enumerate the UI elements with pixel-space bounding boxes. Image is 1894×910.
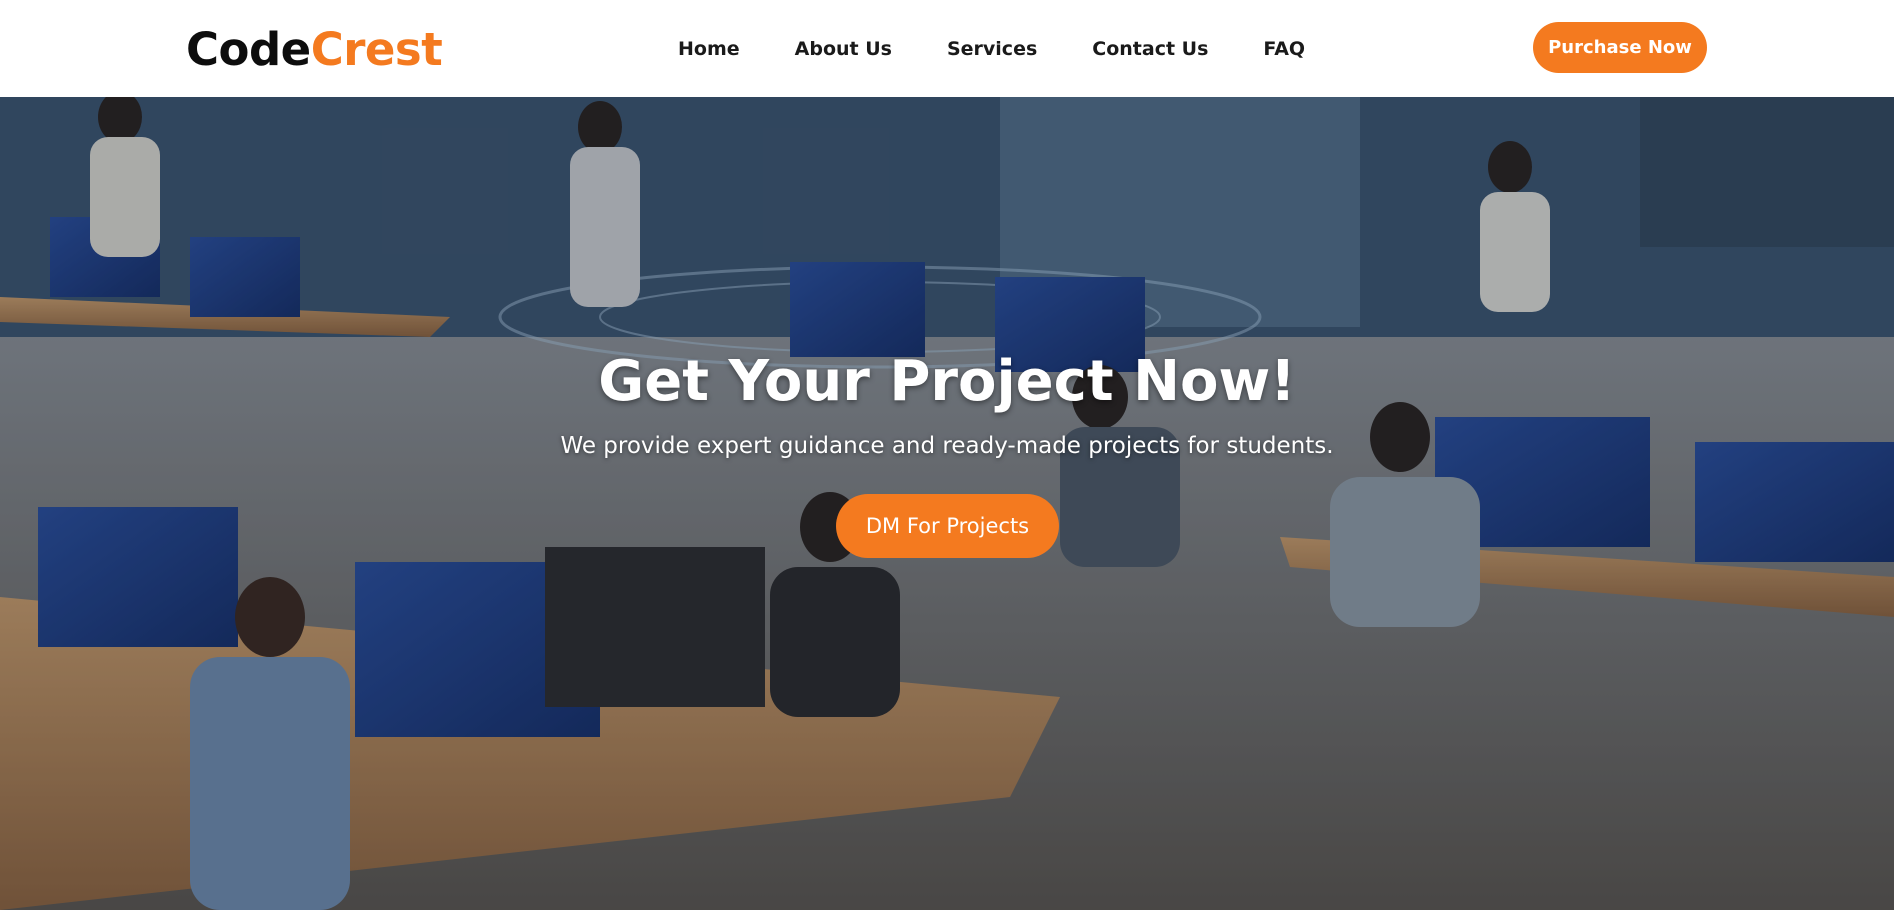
- dm-for-projects-button[interactable]: DM For Projects: [836, 494, 1059, 558]
- hero-section: Get Your Project Now! We provide expert …: [0, 97, 1894, 910]
- hero-title: Get Your Project Now!: [598, 349, 1296, 414]
- nav-menu: Home About Us Services Contact Us FAQ: [678, 36, 1305, 62]
- nav-link-about-us[interactable]: About Us: [795, 36, 892, 62]
- nav-link-home[interactable]: Home: [678, 36, 740, 62]
- hero-subtitle: We provide expert guidance and ready-mad…: [560, 433, 1334, 459]
- purchase-now-button[interactable]: Purchase Now: [1533, 22, 1707, 73]
- logo-text-code: Code: [186, 23, 311, 76]
- logo-text-crest: Crest: [310, 23, 443, 76]
- nav-link-services[interactable]: Services: [947, 36, 1037, 62]
- navbar: CodeCrest Home About Us Services Contact…: [0, 0, 1894, 97]
- nav-link-faq[interactable]: FAQ: [1263, 36, 1305, 62]
- logo[interactable]: CodeCrest: [186, 22, 443, 78]
- nav-link-contact-us[interactable]: Contact Us: [1092, 36, 1208, 62]
